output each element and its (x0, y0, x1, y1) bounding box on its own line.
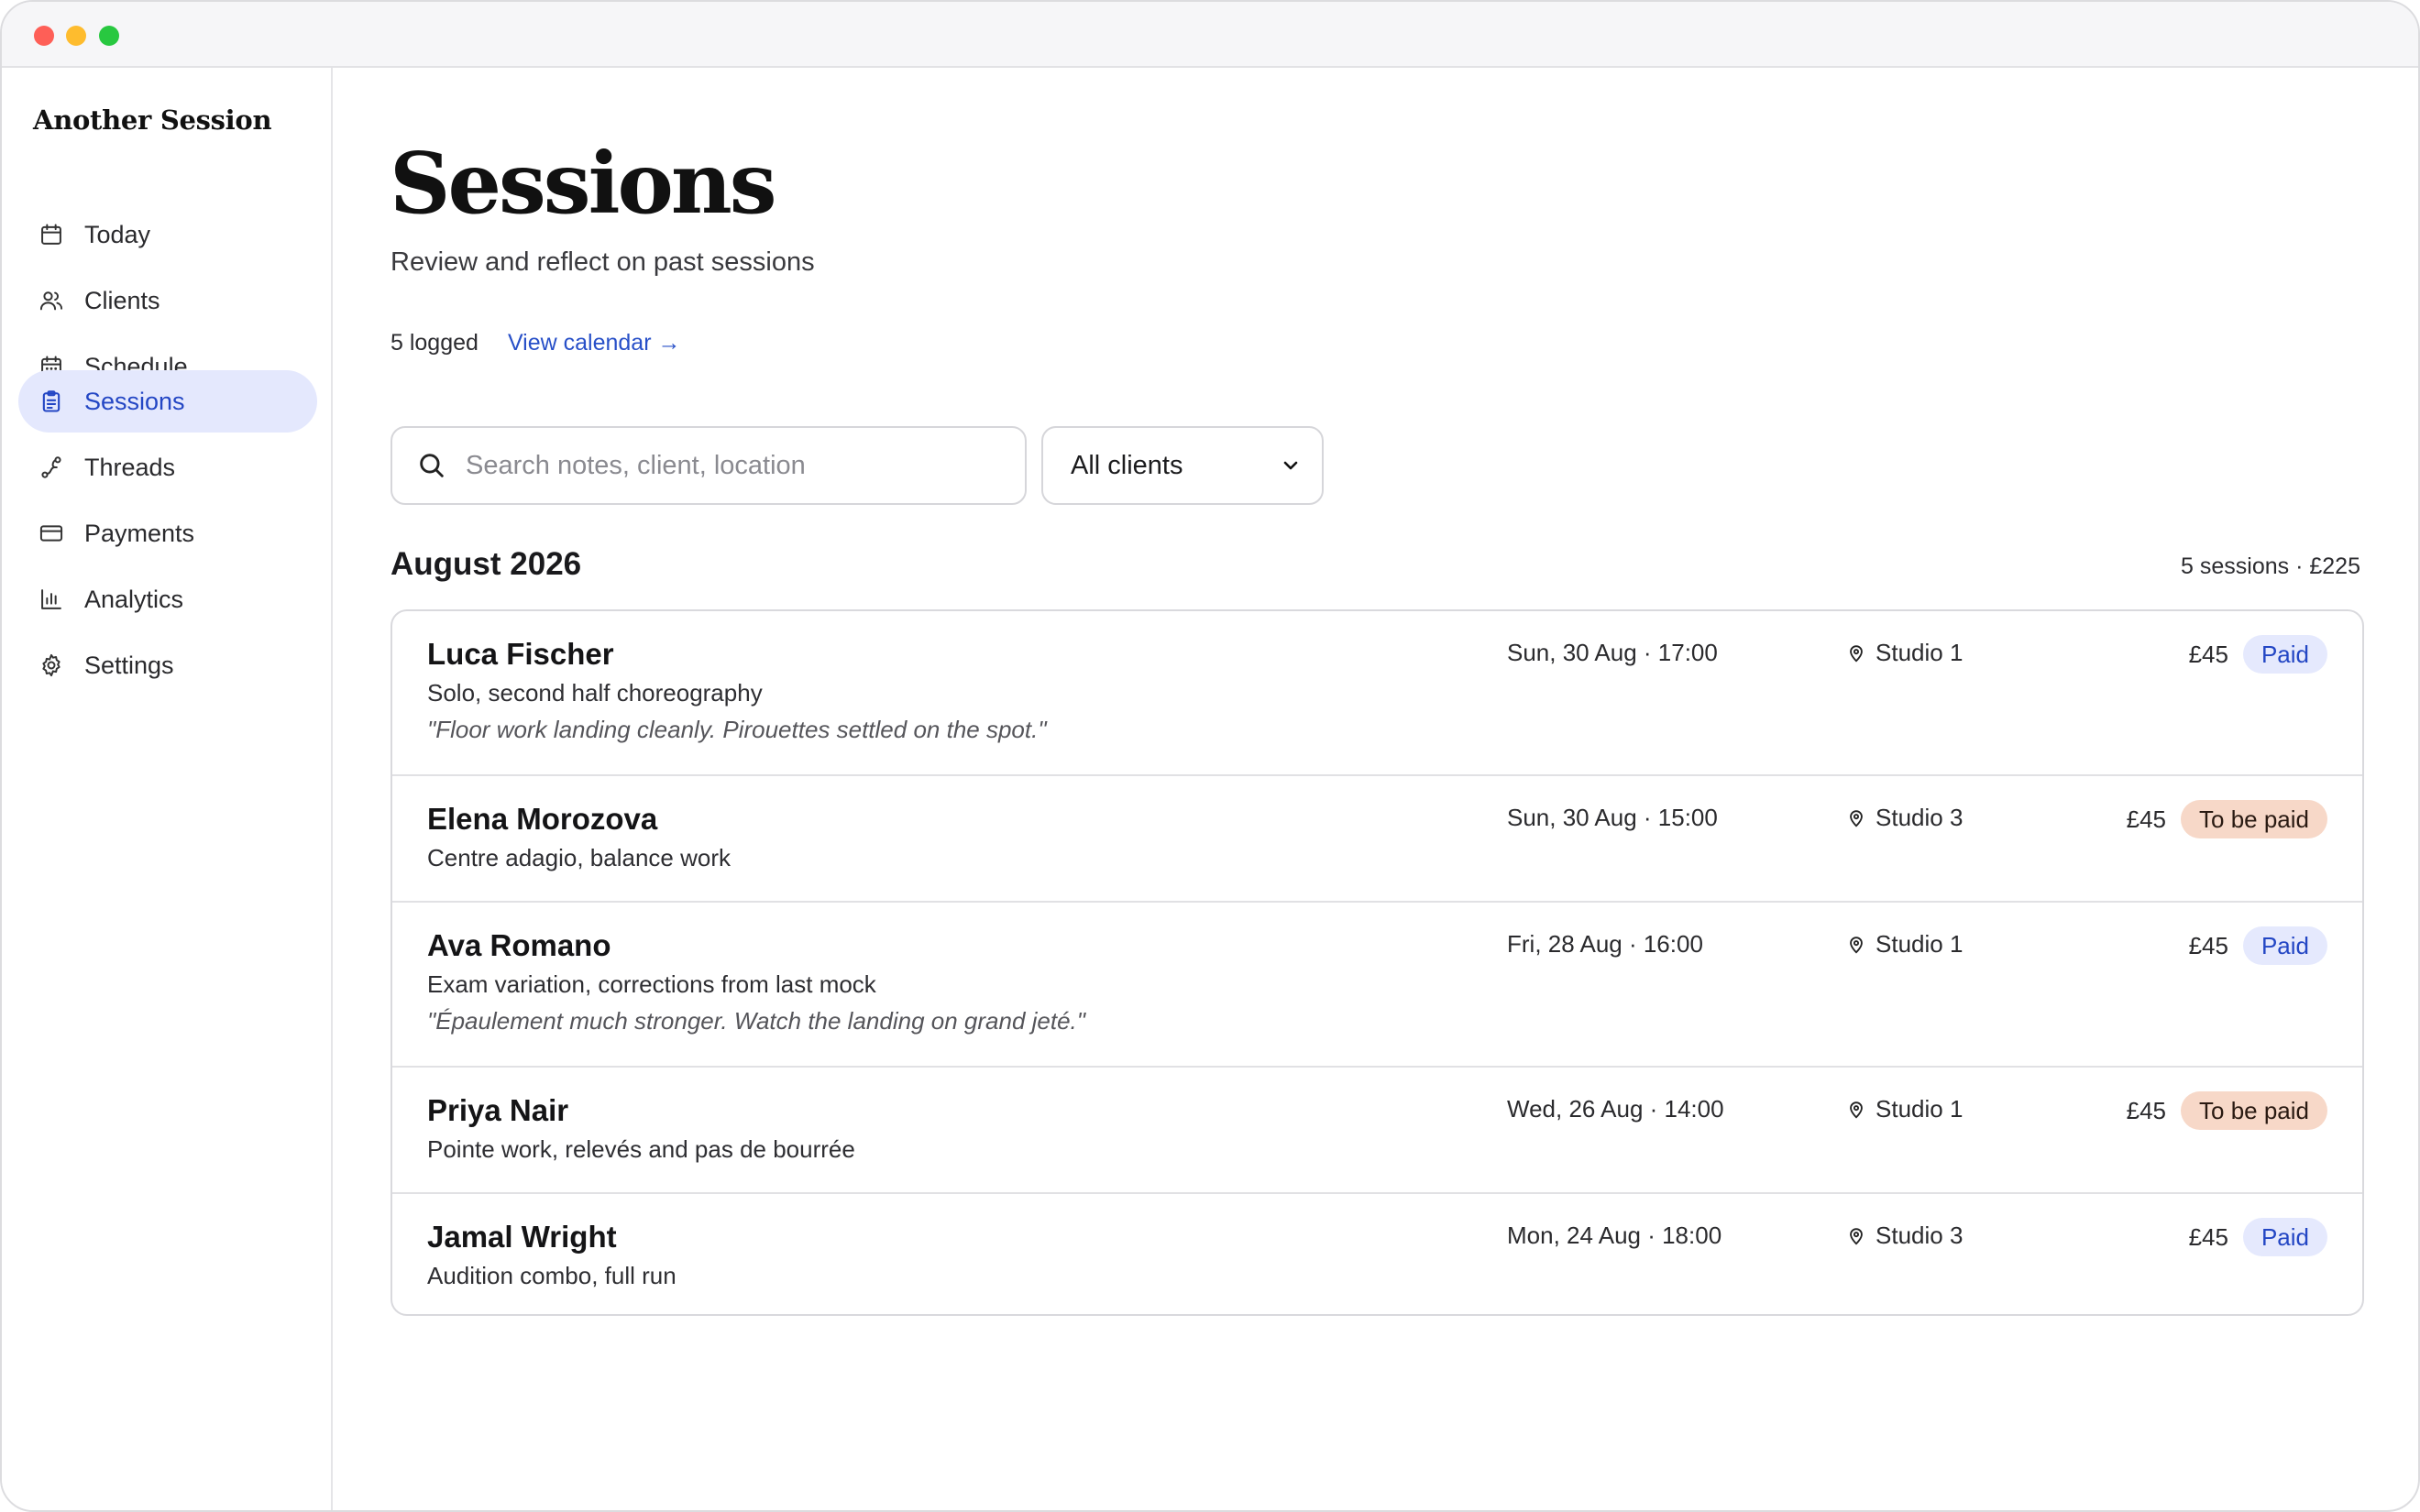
sidebar-item-label: Threads (84, 453, 176, 481)
chevron-down-icon (1283, 461, 1298, 470)
session-price: £45 (2126, 1096, 2167, 1124)
session-datetime: Sun, 30 Aug · 15:00 (1507, 804, 1718, 831)
location-label: Studio 1 (1876, 930, 1964, 958)
session-note: "Épaulement much stronger. Watch the lan… (427, 1007, 1085, 1035)
location-label: Studio 3 (1876, 1222, 1964, 1249)
sidebar-item-label: Clients (84, 286, 160, 314)
page-title: Sessions (390, 134, 777, 233)
threads-icon (41, 456, 61, 478)
app-brand: Another Session (33, 104, 272, 136)
client-filter-select[interactable]: All clients (1041, 426, 1324, 505)
status-badge: Paid (2242, 1218, 2327, 1256)
clipboard-icon (42, 390, 60, 412)
session-payment: £45 Paid (2189, 1218, 2327, 1256)
session-price: £45 (2188, 931, 2228, 959)
session-payment: £45 Paid (2189, 926, 2327, 965)
month-summary: 5 sessions · £225 (2181, 553, 2360, 579)
sidebar-item-label: Today (84, 220, 151, 248)
view-calendar-link[interactable]: View calendar → (508, 330, 681, 356)
sidebar-item-label: Sessions (84, 387, 185, 415)
client-filter-value: All clients (1071, 450, 1183, 480)
session-location: Studio 1 (1846, 930, 1963, 959)
session-datetime: Mon, 24 Aug · 18:00 (1507, 1222, 1722, 1249)
session-description: Exam variation, corrections from last mo… (427, 970, 876, 998)
users-icon (39, 291, 63, 311)
session-description: Pointe work, relevés and pas de bourrée (427, 1135, 855, 1163)
sidebar-item-analytics[interactable]: Analytics (18, 568, 317, 630)
client-name: Ava Romano (427, 928, 611, 962)
session-payment: £45 Paid (2189, 635, 2327, 674)
sidebar-item-clients[interactable]: Clients (18, 269, 317, 332)
session-row[interactable]: Jamal Wright Audition combo, full run Mo… (392, 1194, 2362, 1314)
location-pin-icon (1850, 1101, 1863, 1119)
session-count: 5 logged (390, 330, 478, 356)
zoom-window-button[interactable] (99, 26, 119, 46)
session-price: £45 (2126, 805, 2167, 833)
status-badge: Paid (2242, 635, 2327, 674)
app-window: Another Session Today Clients Schedule S… (0, 0, 2420, 1512)
page-subtitle: Review and reflect on past sessions (390, 247, 815, 277)
location-label: Studio 1 (1876, 1095, 1964, 1123)
session-description: Centre adagio, balance work (427, 844, 731, 871)
client-name: Elena Morozova (427, 802, 658, 836)
location-label: Studio 3 (1876, 804, 1964, 831)
location-pin-icon (1850, 936, 1863, 954)
session-description: Audition combo, full run (427, 1262, 676, 1289)
session-price: £45 (2188, 640, 2228, 668)
client-name: Jamal Wright (427, 1220, 617, 1254)
session-description: Solo, second half choreography (427, 679, 763, 707)
sidebar-item-label: Settings (84, 651, 174, 679)
sidebar-item-payments[interactable]: Payments (18, 502, 317, 564)
bar-chart-icon (41, 589, 61, 609)
close-window-button[interactable] (34, 26, 54, 46)
minimize-window-button[interactable] (66, 26, 86, 46)
sidebar: Another Session Today Clients Schedule S… (2, 68, 333, 1510)
sidebar-item-label: Analytics (84, 585, 184, 613)
session-location: Studio 1 (1846, 639, 1963, 667)
session-datetime: Sun, 30 Aug · 17:00 (1507, 639, 1718, 666)
sessions-list: Luca Fischer Solo, second half choreogra… (390, 609, 2364, 1316)
session-location: Studio 3 (1846, 804, 1963, 832)
location-pin-icon (1850, 1227, 1863, 1245)
month-heading: August 2026 (390, 546, 582, 582)
card-icon (39, 525, 63, 542)
session-price: £45 (2188, 1222, 2228, 1251)
session-location: Studio 1 (1846, 1095, 1963, 1123)
session-row[interactable]: Luca Fischer Solo, second half choreogra… (392, 611, 2362, 776)
session-note: "Floor work landing cleanly. Pirouettes … (427, 716, 1047, 743)
sidebar-item-label: Payments (84, 519, 195, 547)
sidebar-item-sessions[interactable]: Sessions (18, 370, 317, 433)
title-bar (2, 2, 2418, 68)
session-row[interactable]: Priya Nair Pointe work, relevés and pas … (392, 1068, 2362, 1194)
session-payment: £45 To be paid (2127, 1091, 2327, 1130)
calendar-icon (41, 224, 61, 245)
status-badge: Paid (2242, 926, 2327, 965)
status-badge: To be paid (2181, 800, 2327, 838)
session-row[interactable]: Ava Romano Exam variation, corrections f… (392, 903, 2362, 1068)
main-content: Sessions Review and reflect on past sess… (335, 68, 2418, 1510)
sidebar-item-today[interactable]: Today (18, 203, 317, 266)
location-pin-icon (1850, 809, 1863, 827)
status-badge: To be paid (2181, 1091, 2327, 1130)
session-datetime: Fri, 28 Aug · 16:00 (1507, 930, 1703, 958)
search-box[interactable] (390, 426, 1027, 505)
session-count-line: 5 logged View calendar → (390, 330, 680, 356)
client-name: Luca Fischer (427, 637, 614, 671)
session-location: Studio 3 (1846, 1222, 1963, 1250)
session-datetime: Wed, 26 Aug · 14:00 (1507, 1095, 1724, 1123)
search-icon (420, 454, 444, 477)
session-payment: £45 To be paid (2127, 800, 2327, 838)
sidebar-item-settings[interactable]: Settings (18, 634, 317, 696)
search-input[interactable] (466, 450, 979, 481)
client-name: Priya Nair (427, 1093, 569, 1127)
sidebar-item-threads[interactable]: Threads (18, 436, 317, 499)
location-pin-icon (1850, 644, 1863, 663)
session-row[interactable]: Elena Morozova Centre adagio, balance wo… (392, 776, 2362, 903)
location-label: Studio 1 (1876, 639, 1964, 666)
gear-icon (42, 653, 60, 677)
